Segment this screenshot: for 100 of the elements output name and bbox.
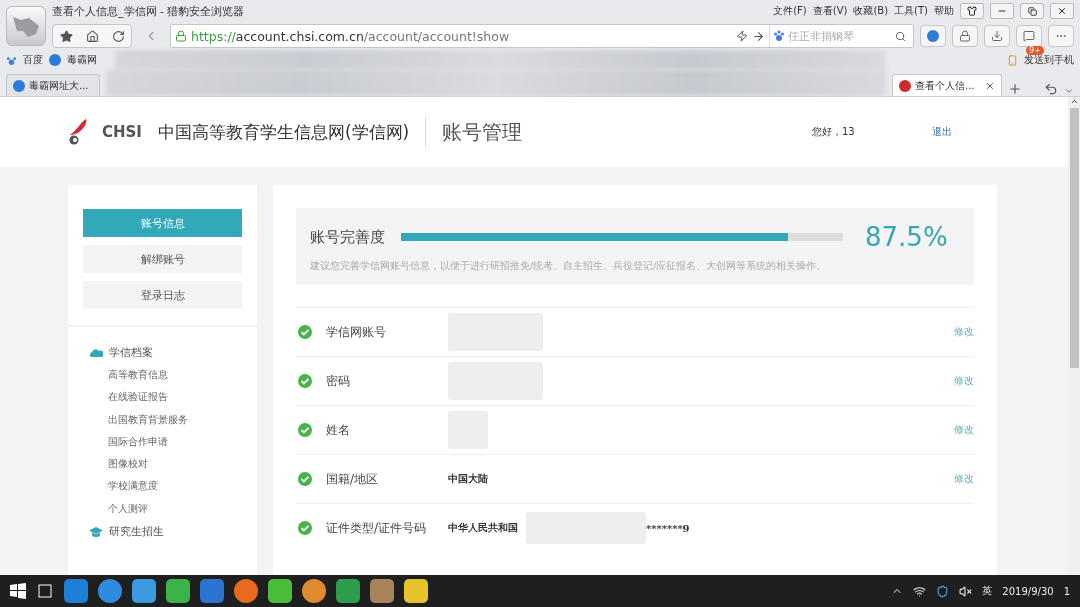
circle-icon (927, 30, 939, 42)
lock-icon (175, 30, 187, 42)
arrow-right-icon (752, 29, 765, 43)
paw-icon (773, 30, 785, 42)
app-icon[interactable] (98, 579, 122, 603)
send-to-phone-link[interactable]: 发送到手机 (1024, 53, 1074, 67)
window-title: 查看个人信息_学信网 - 猎豹安全浏览器 (52, 3, 245, 19)
field-value: 中国大陆 (448, 472, 488, 486)
k-logo-icon (49, 54, 61, 66)
close-icon (985, 80, 995, 91)
field-label: 证件类型/证件号码 (326, 519, 428, 537)
flash-icon (736, 30, 748, 42)
home-icon (85, 29, 99, 43)
logo-text: CHSI (102, 123, 142, 141)
check-circle-icon (298, 472, 312, 486)
app-icon[interactable] (404, 579, 428, 603)
refresh-icon (111, 29, 125, 43)
undo-icon (1044, 82, 1058, 96)
page-title: 账号管理 (442, 118, 523, 146)
download-icon (991, 30, 1003, 42)
bookmark[interactable]: 毒霸网 (67, 53, 97, 67)
menu-item[interactable]: 查看(V) (812, 4, 848, 18)
star-icon (59, 29, 73, 43)
app-icon[interactable] (132, 579, 156, 603)
sidebar-link[interactable]: 图像校对 (108, 453, 242, 476)
message-icon (1023, 30, 1035, 42)
field-label: 学信网账号 (326, 323, 387, 341)
windows-icon (10, 583, 26, 599)
paw-icon (6, 54, 17, 66)
menu-item[interactable]: 工具(T) (894, 4, 928, 18)
menu-item[interactable]: 帮助 (934, 4, 954, 18)
sidebar-link[interactable]: 个人测评 (108, 497, 242, 521)
field-value: 中华人民共和国 (448, 521, 518, 535)
site-name: 中国高等教育学生信息网(学信网) (157, 120, 410, 144)
logout-link[interactable]: 退出 (932, 125, 952, 139)
search-icon (895, 30, 906, 42)
browser-logo[interactable] (6, 6, 46, 46)
browser-tab[interactable]: 查看个人信... (892, 74, 1002, 96)
menu-item[interactable]: 收藏(B) (853, 4, 889, 18)
app-icon[interactable] (302, 579, 326, 603)
circle-icon (899, 79, 911, 92)
field-label: 国籍/地区 (326, 470, 380, 488)
sidebar-link[interactable]: 出国教育背景服务 (108, 408, 242, 431)
bookmark[interactable]: 百度 (23, 53, 43, 67)
badge: 9+ (1026, 46, 1044, 55)
new-tab-icon (1008, 82, 1022, 96)
completeness-title: 账号完善度 (310, 227, 385, 247)
sidebar-button[interactable]: 解绑账号 (83, 245, 242, 273)
cloud-icon (89, 347, 103, 358)
restore-icon (1027, 6, 1037, 16)
close-icon (1057, 6, 1067, 16)
mute-icon (959, 584, 973, 598)
shirt-icon (967, 6, 977, 16)
app-icon[interactable] (336, 579, 360, 603)
greeting: 您好，13 (812, 125, 856, 139)
minimize-button[interactable] (990, 3, 1014, 19)
extension-button[interactable] (920, 25, 946, 47)
circle-icon (13, 79, 25, 92)
sidebar-group-title[interactable]: 研究生招生 (109, 524, 164, 540)
notification-button[interactable] (1016, 25, 1042, 47)
address-bar[interactable]: https://account.chsi.com.cn/account/account!show 任正非捐钢琴 (170, 24, 914, 48)
skin-button[interactable] (960, 3, 984, 19)
check-circle-icon (298, 521, 312, 535)
field-label: 密码 (326, 372, 351, 390)
app-icon[interactable] (64, 579, 88, 603)
field-label: 姓名 (326, 421, 351, 439)
ime-indicator[interactable]: 英 (982, 584, 993, 598)
app-icon[interactable] (166, 579, 190, 603)
chevron-up-icon (1069, 97, 1079, 106)
graduation-cap-icon (89, 525, 103, 538)
phone-icon (1007, 54, 1018, 66)
sidebar-link[interactable]: 高等教育信息 (108, 364, 242, 387)
sidebar-button[interactable]: 登录日志 (83, 281, 242, 309)
menu-item[interactable]: 文件(F) (773, 4, 807, 18)
lock-icon (959, 30, 971, 42)
app-icon[interactable] (234, 579, 258, 603)
field-value: *******9 (646, 522, 690, 534)
app-icon[interactable] (268, 579, 292, 603)
lock-button[interactable] (952, 25, 978, 47)
download-button[interactable] (984, 25, 1010, 47)
check-circle-icon (298, 325, 312, 339)
sidebar-link[interactable]: 在线验证报告 (108, 386, 242, 409)
close-button[interactable] (1050, 3, 1074, 19)
app-icon[interactable] (370, 579, 394, 603)
wifi-icon (913, 584, 927, 598)
task-view-icon (36, 584, 54, 598)
browser-tab[interactable]: 毒霸网址大... (6, 74, 100, 96)
tray-date: 2019/9/30 (1002, 585, 1054, 597)
shield-icon (936, 584, 950, 598)
restore-button[interactable] (1020, 3, 1044, 19)
completeness-hint: 建议您完善学信网账号信息，以便于进行研招推免/统考、自主招生、兵役登记/应征报名、大创网等系统的相关操作。 (310, 260, 828, 273)
app-icon[interactable] (200, 579, 224, 603)
sidebar-group-title[interactable]: 学信档案 (109, 345, 153, 360)
completeness-percent: 87.5% (865, 222, 948, 252)
notification-count[interactable]: 1 (1063, 585, 1070, 597)
sidebar-link[interactable]: 国际合作申请 (108, 430, 242, 454)
check-circle-icon (298, 374, 312, 388)
caret-icon (1064, 86, 1074, 96)
check-circle-icon (298, 423, 312, 437)
sidebar-link[interactable]: 学校满意度 (108, 475, 242, 498)
